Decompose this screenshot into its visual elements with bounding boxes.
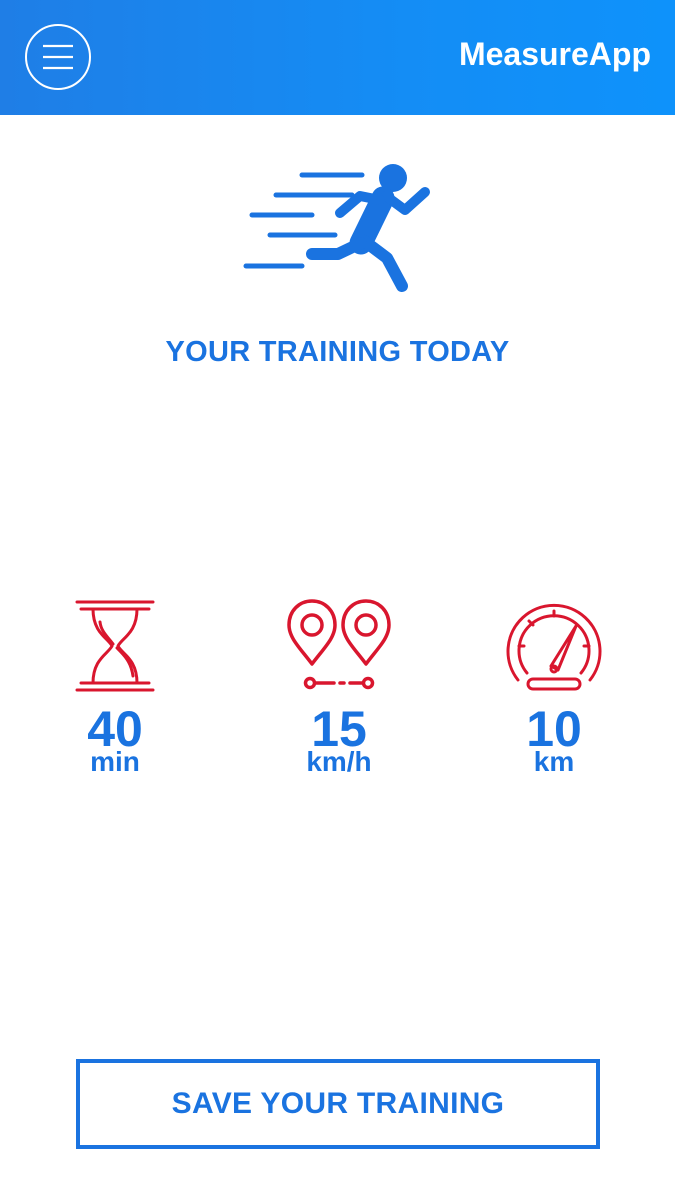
save-training-button[interactable]: SAVE YOUR TRAINING (76, 1059, 600, 1149)
speedometer-icon (506, 603, 602, 691)
menu-button[interactable] (25, 24, 91, 90)
distance-unit: km (533, 746, 575, 777)
speed-unit: km/h (306, 746, 372, 777)
app-header: MeasureApp (0, 0, 675, 115)
running-person-icon (243, 164, 430, 292)
route-pins-icon (287, 599, 391, 690)
hamburger-menu-icon (43, 44, 73, 70)
stat-speed: 15 km/h (254, 598, 424, 776)
app-title: MeasureApp (458, 36, 651, 72)
stat-duration: 40 min (30, 598, 200, 776)
stat-distance: 10 km (469, 598, 639, 776)
hourglass-icon (75, 600, 155, 692)
training-heading: YOUR TRAINING TODAY (165, 336, 510, 368)
duration-unit: min (90, 746, 140, 777)
